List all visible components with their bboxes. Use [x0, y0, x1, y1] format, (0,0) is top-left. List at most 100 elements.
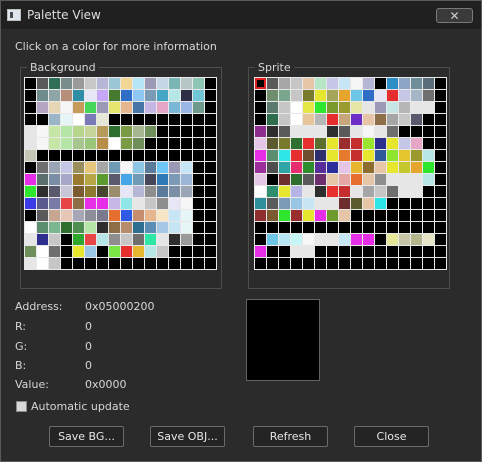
- background-swatch[interactable]: [133, 150, 144, 161]
- sprite-swatch[interactable]: [315, 78, 326, 89]
- sprite-swatch[interactable]: [423, 258, 434, 269]
- background-swatch[interactable]: [73, 186, 84, 197]
- sprite-swatch[interactable]: [339, 114, 350, 125]
- sprite-swatch[interactable]: [387, 114, 398, 125]
- background-swatch[interactable]: [109, 246, 120, 257]
- sprite-swatch[interactable]: [339, 90, 350, 101]
- sprite-swatch[interactable]: [339, 138, 350, 149]
- background-swatch[interactable]: [121, 234, 132, 245]
- background-swatch[interactable]: [25, 126, 36, 137]
- sprite-swatch[interactable]: [411, 150, 422, 161]
- sprite-swatch[interactable]: [327, 138, 338, 149]
- background-swatch[interactable]: [73, 78, 84, 89]
- sprite-swatch[interactable]: [279, 198, 290, 209]
- sprite-swatch[interactable]: [399, 90, 410, 101]
- background-swatch[interactable]: [85, 162, 96, 173]
- background-swatch[interactable]: [181, 258, 192, 269]
- sprite-swatch[interactable]: [255, 150, 266, 161]
- sprite-swatch[interactable]: [351, 126, 362, 137]
- sprite-swatch[interactable]: [267, 174, 278, 185]
- sprite-swatch[interactable]: [303, 162, 314, 173]
- background-swatch[interactable]: [133, 78, 144, 89]
- sprite-swatch[interactable]: [303, 126, 314, 137]
- background-swatch[interactable]: [169, 258, 180, 269]
- background-swatch[interactable]: [61, 150, 72, 161]
- sprite-swatch[interactable]: [255, 222, 266, 233]
- sprite-swatch[interactable]: [423, 78, 434, 89]
- background-swatch[interactable]: [181, 222, 192, 233]
- background-swatch[interactable]: [25, 210, 36, 221]
- sprite-swatch[interactable]: [315, 174, 326, 185]
- background-swatch[interactable]: [181, 234, 192, 245]
- sprite-swatch[interactable]: [399, 222, 410, 233]
- background-swatch[interactable]: [37, 78, 48, 89]
- background-swatch[interactable]: [169, 90, 180, 101]
- sprite-swatch[interactable]: [315, 198, 326, 209]
- sprite-swatch[interactable]: [375, 126, 386, 137]
- background-swatch[interactable]: [121, 246, 132, 257]
- background-swatch[interactable]: [157, 150, 168, 161]
- background-swatch[interactable]: [109, 222, 120, 233]
- sprite-swatch[interactable]: [399, 186, 410, 197]
- sprite-swatch[interactable]: [375, 186, 386, 197]
- background-swatch[interactable]: [37, 210, 48, 221]
- sprite-swatch[interactable]: [303, 174, 314, 185]
- background-swatch[interactable]: [97, 210, 108, 221]
- background-swatch[interactable]: [121, 198, 132, 209]
- background-swatch[interactable]: [169, 162, 180, 173]
- background-swatch[interactable]: [109, 138, 120, 149]
- sprite-swatch[interactable]: [279, 234, 290, 245]
- sprite-swatch[interactable]: [255, 198, 266, 209]
- sprite-swatch[interactable]: [351, 174, 362, 185]
- background-swatch[interactable]: [97, 150, 108, 161]
- sprite-swatch[interactable]: [291, 246, 302, 257]
- sprite-swatch[interactable]: [399, 102, 410, 113]
- sprite-swatch[interactable]: [291, 102, 302, 113]
- sprite-swatch[interactable]: [363, 222, 374, 233]
- background-swatch[interactable]: [73, 150, 84, 161]
- background-swatch[interactable]: [181, 186, 192, 197]
- sprite-swatch[interactable]: [435, 90, 446, 101]
- sprite-swatch[interactable]: [363, 246, 374, 257]
- background-swatch[interactable]: [61, 162, 72, 173]
- background-swatch[interactable]: [205, 114, 216, 125]
- background-swatch[interactable]: [145, 198, 156, 209]
- background-swatch[interactable]: [157, 174, 168, 185]
- sprite-swatch[interactable]: [303, 222, 314, 233]
- background-swatch[interactable]: [181, 246, 192, 257]
- sprite-swatch[interactable]: [411, 174, 422, 185]
- background-swatch[interactable]: [73, 258, 84, 269]
- background-swatch[interactable]: [85, 114, 96, 125]
- sprite-swatch[interactable]: [375, 162, 386, 173]
- background-swatch[interactable]: [85, 150, 96, 161]
- sprite-swatch[interactable]: [267, 234, 278, 245]
- sprite-swatch[interactable]: [339, 222, 350, 233]
- sprite-swatch[interactable]: [351, 210, 362, 221]
- background-swatch[interactable]: [145, 246, 156, 257]
- background-swatch[interactable]: [97, 234, 108, 245]
- background-swatch[interactable]: [181, 126, 192, 137]
- background-swatch[interactable]: [193, 174, 204, 185]
- background-swatch[interactable]: [205, 126, 216, 137]
- background-swatch[interactable]: [61, 198, 72, 209]
- background-swatch[interactable]: [205, 198, 216, 209]
- background-swatch[interactable]: [97, 258, 108, 269]
- sprite-swatch[interactable]: [267, 138, 278, 149]
- sprite-swatch[interactable]: [267, 150, 278, 161]
- sprite-swatch[interactable]: [387, 150, 398, 161]
- sprite-swatch[interactable]: [339, 126, 350, 137]
- background-swatch[interactable]: [193, 210, 204, 221]
- sprite-swatch[interactable]: [411, 78, 422, 89]
- background-swatch[interactable]: [37, 102, 48, 113]
- sprite-swatch[interactable]: [327, 90, 338, 101]
- background-swatch[interactable]: [181, 102, 192, 113]
- background-swatch[interactable]: [73, 90, 84, 101]
- background-swatch[interactable]: [145, 222, 156, 233]
- sprite-swatch[interactable]: [435, 246, 446, 257]
- sprite-swatch[interactable]: [339, 102, 350, 113]
- background-swatch[interactable]: [97, 174, 108, 185]
- sprite-swatch[interactable]: [399, 78, 410, 89]
- sprite-swatch[interactable]: [423, 126, 434, 137]
- background-swatch[interactable]: [193, 78, 204, 89]
- sprite-swatch[interactable]: [435, 162, 446, 173]
